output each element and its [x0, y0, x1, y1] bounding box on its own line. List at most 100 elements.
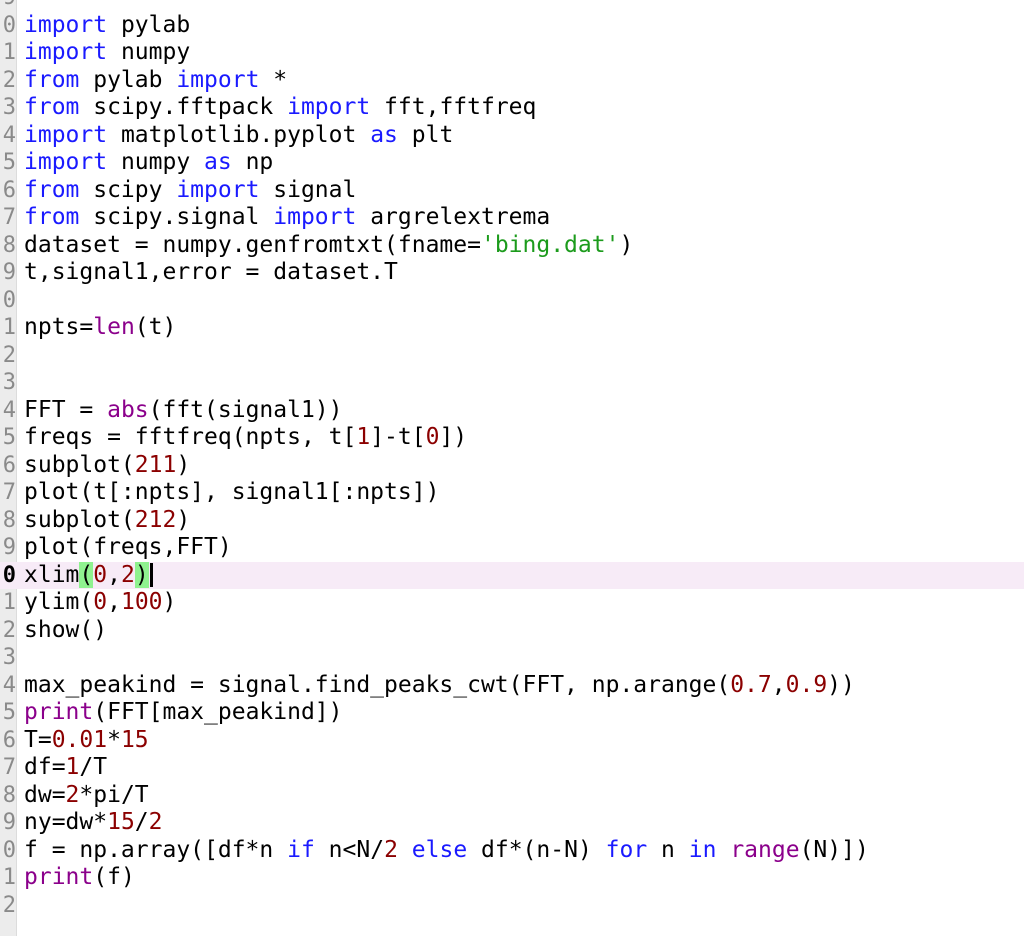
code-text[interactable]: ny=dw*15/2: [24, 809, 163, 837]
token-plain: (fft(signal1)): [148, 396, 343, 423]
line-number: 5: [2, 150, 16, 175]
token-builtin: range: [730, 836, 800, 863]
code-text[interactable]: subplot(212): [24, 507, 190, 535]
code-text[interactable]: print(f): [24, 864, 135, 892]
code-text[interactable]: f = np.array([df*n if n<N/2 else df*(n-N…: [24, 837, 869, 865]
code-line[interactable]: 2 show(): [0, 617, 1024, 645]
code-line[interactable]: 9 plot(freqs,FFT): [0, 534, 1024, 562]
code-text[interactable]: t,signal1,error = dataset.T: [24, 259, 398, 287]
current-code-line[interactable]: 0 xlim(0,2): [0, 561, 1024, 590]
code-text[interactable]: show(): [24, 617, 107, 645]
code-line[interactable]: 4 FFT = abs(fft(signal1)): [0, 397, 1024, 425]
code-line[interactable]: 2: [0, 892, 1024, 920]
code-line[interactable]: 2: [0, 342, 1024, 370]
code-line[interactable]: 9 t,signal1,error = dataset.T: [0, 259, 1024, 287]
token-plain: pylab: [79, 66, 177, 93]
code-text[interactable]: npts=len(t): [24, 314, 176, 342]
code-text[interactable]: xlim(0,2): [24, 561, 153, 590]
code-line[interactable]: 3: [0, 644, 1024, 672]
code-lines[interactable]: 90import pylab1import numpy2from pylab i…: [0, 0, 1024, 919]
token-plain: subplot(: [24, 506, 135, 533]
token-plain: dw=: [24, 781, 66, 808]
token-plain: plot(freqs,FFT): [24, 534, 232, 560]
code-text[interactable]: import pylab: [24, 12, 190, 40]
code-line[interactable]: 6 subplot(211): [0, 452, 1024, 480]
code-text[interactable]: import numpy as np: [24, 149, 273, 177]
code-line[interactable]: 0: [0, 287, 1024, 315]
line-number: 7: [2, 755, 16, 780]
code-text[interactable]: plot(t[:npts], signal1[:npts]): [24, 479, 439, 507]
code-line[interactable]: 5 print(FFT[max_peakind]): [0, 699, 1024, 727]
code-text[interactable]: from scipy import signal: [24, 177, 356, 205]
code-text[interactable]: plot(freqs,FFT): [24, 534, 232, 562]
code-line[interactable]: 7 df=1/T: [0, 754, 1024, 782]
code-line[interactable]: 6 from scipy import signal: [0, 177, 1024, 205]
code-text[interactable]: from scipy.fftpack import fft,fftfreq: [24, 94, 536, 122]
token-kw: from: [24, 66, 80, 93]
token-num: 15: [120, 726, 149, 753]
code-line[interactable]: 8 dataset = numpy.genfromtxt(fname='bing.…: [0, 232, 1024, 260]
code-line[interactable]: 1 print(f): [0, 864, 1024, 892]
token-num: 2: [65, 781, 80, 808]
token-kw: import: [24, 149, 108, 175]
text-cursor: [149, 563, 153, 587]
code-text[interactable]: df=1/T: [24, 754, 107, 782]
line-number: 9: [2, 260, 16, 285]
line-number: 4: [2, 397, 16, 423]
token-plain: /T: [79, 754, 108, 780]
line-number: 0: [2, 837, 16, 863]
token-plain: scipy: [79, 176, 177, 203]
token-num: 0.01: [51, 726, 108, 753]
code-text[interactable]: import numpy: [24, 39, 190, 67]
code-editor[interactable]: 90import pylab1import numpy2from pylab i…: [0, 0, 1024, 936]
code-text[interactable]: max_peakind = signal.find_peaks_cwt(FFT,…: [24, 672, 855, 700]
token-num: 2: [148, 809, 163, 835]
code-line[interactable]: 5 import numpy as np: [0, 149, 1024, 177]
token-plain: ,: [107, 561, 121, 588]
code-line[interactable]: 2 from pylab import *: [0, 67, 1024, 95]
code-line[interactable]: 4 import matplotlib.pyplot as plt: [0, 122, 1024, 150]
token-plain: ,: [771, 671, 786, 698]
code-text[interactable]: import matplotlib.pyplot as plt: [24, 122, 453, 150]
code-line[interactable]: 6 T=0.01*15: [0, 727, 1024, 755]
code-text[interactable]: freqs = fftfreq(npts, t[1]-t[0]): [24, 424, 467, 452]
code-text[interactable]: T=0.01*15: [24, 727, 149, 755]
line-number: 6: [2, 452, 16, 478]
code-line[interactable]: 0 f = np.array([df*n if n<N/2 else df*(n-…: [0, 837, 1024, 865]
code-line[interactable]: 1 npts=len(t): [0, 314, 1024, 342]
code-line[interactable]: 9 ny=dw*15/2: [0, 809, 1024, 837]
code-line[interactable]: 3: [0, 369, 1024, 397]
code-line[interactable]: 5 freqs = fftfreq(npts, t[1]-t[0]): [0, 424, 1024, 452]
token-plain: ]-t[: [370, 424, 426, 450]
token-plain: plt: [397, 121, 454, 148]
code-line[interactable]: 1 import numpy: [0, 39, 1024, 67]
token-kw: from: [24, 94, 80, 120]
code-text[interactable]: print(FFT[max_peakind]): [24, 699, 343, 727]
code-line[interactable]: 0 import pylab: [0, 12, 1024, 40]
token-builtin: len: [93, 314, 135, 340]
code-line[interactable]: 7 plot(t[:npts], signal1[:npts]): [0, 479, 1024, 507]
code-line[interactable]: 1 ylim(0,100): [0, 589, 1024, 617]
code-text[interactable]: from scipy.signal import argrelextrema: [24, 204, 550, 232]
code-text[interactable]: subplot(211): [24, 452, 190, 480]
line-number: 7: [2, 480, 16, 505]
token-plain: xlim: [24, 561, 80, 588]
code-line[interactable]: 3 from scipy.fftpack import fft,fftfreq: [0, 94, 1024, 122]
code-text[interactable]: FFT = abs(fft(signal1)): [24, 397, 343, 425]
code-text[interactable]: from pylab import *: [24, 67, 287, 95]
token-kw: if: [287, 836, 315, 863]
line-number: 8: [2, 507, 16, 533]
token-builtin: abs: [107, 396, 149, 423]
token-plain: scipy.fftpack: [79, 94, 288, 120]
token-plain: numpy: [107, 149, 205, 175]
code-line[interactable]: 4 max_peakind = signal.find_peaks_cwt(FFT…: [0, 672, 1024, 700]
code-text[interactable]: dw=2*pi/T: [24, 782, 149, 810]
code-text[interactable]: dataset = numpy.genfromtxt(fname='bing.d…: [24, 232, 633, 260]
code-text[interactable]: ylim(0,100): [24, 589, 176, 617]
code-line[interactable]: 8 subplot(212): [0, 507, 1024, 535]
code-line[interactable]: 9: [0, 0, 1024, 12]
code-line[interactable]: 8 dw=2*pi/T: [0, 782, 1024, 810]
token-plain: signal: [259, 176, 357, 203]
code-line[interactable]: 7 from scipy.signal import argrelextrema: [0, 204, 1024, 232]
token-plain: matplotlib.pyplot: [107, 121, 371, 148]
